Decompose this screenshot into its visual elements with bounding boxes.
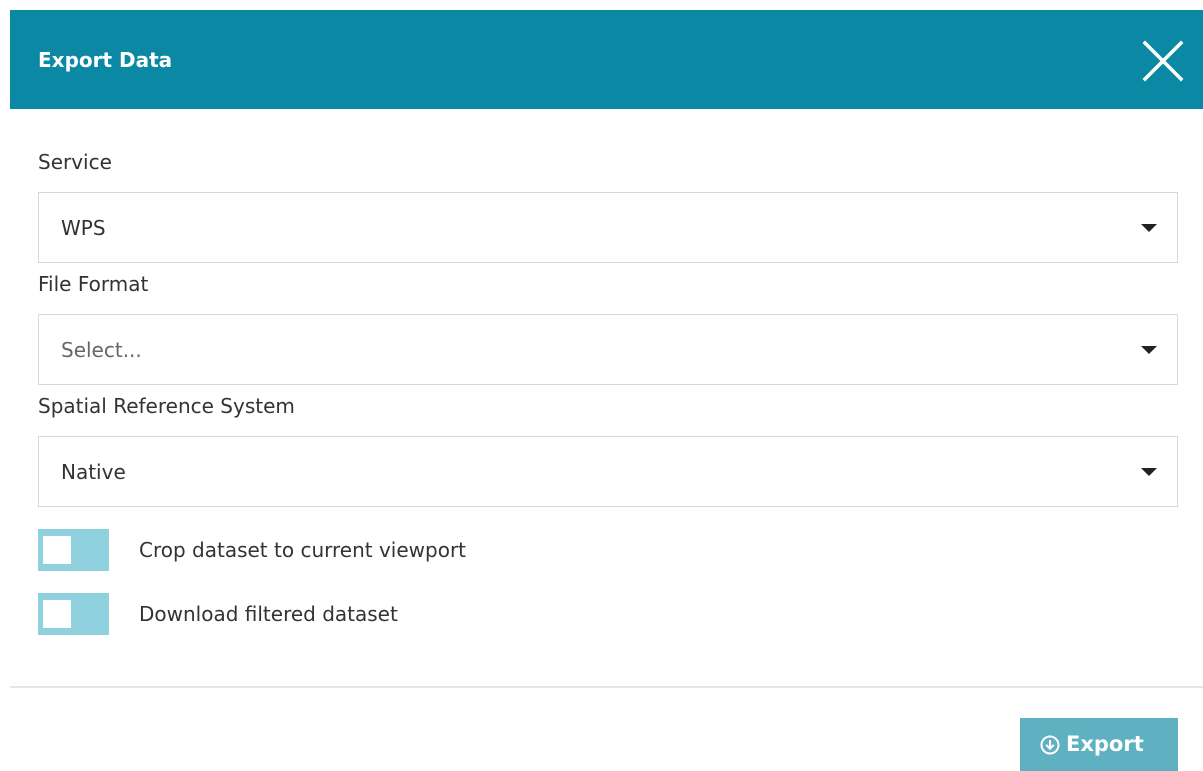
service-value: WPS bbox=[61, 216, 106, 240]
close-icon bbox=[1142, 40, 1184, 82]
spatial-reference-system-select[interactable]: Native bbox=[38, 436, 1178, 507]
service-select[interactable]: WPS bbox=[38, 192, 1178, 263]
chevron-down-icon bbox=[1141, 224, 1157, 232]
download-filtered-option: Download filtered dataset bbox=[38, 593, 738, 635]
file-format-placeholder: Select... bbox=[61, 338, 142, 362]
download-filtered-toggle[interactable] bbox=[38, 593, 109, 635]
spatial-reference-system-label: Spatial Reference System bbox=[38, 394, 295, 418]
crop-viewport-option: Crop dataset to current viewport bbox=[38, 529, 738, 571]
close-button[interactable] bbox=[1140, 38, 1186, 84]
chevron-down-icon bbox=[1141, 468, 1157, 476]
service-label: Service bbox=[38, 150, 112, 174]
export-button-label: Export bbox=[1066, 732, 1144, 756]
crop-viewport-toggle[interactable] bbox=[38, 529, 109, 571]
export-data-dialog: Export Data Service WPS File Format Sele… bbox=[0, 0, 1203, 771]
toggle-knob bbox=[43, 536, 71, 564]
chevron-down-icon bbox=[1141, 346, 1157, 354]
download-circle-icon bbox=[1040, 735, 1060, 755]
crop-viewport-label: Crop dataset to current viewport bbox=[139, 538, 467, 562]
dialog-title: Export Data bbox=[38, 48, 173, 72]
toggle-knob bbox=[43, 600, 71, 628]
dialog-header: Export Data bbox=[10, 10, 1203, 109]
spatial-reference-system-value: Native bbox=[61, 460, 126, 484]
export-button[interactable]: Export bbox=[1020, 718, 1178, 771]
download-filtered-label: Download filtered dataset bbox=[139, 602, 398, 626]
file-format-select[interactable]: Select... bbox=[38, 314, 1178, 385]
footer-divider bbox=[10, 686, 1203, 688]
file-format-label: File Format bbox=[38, 272, 149, 296]
